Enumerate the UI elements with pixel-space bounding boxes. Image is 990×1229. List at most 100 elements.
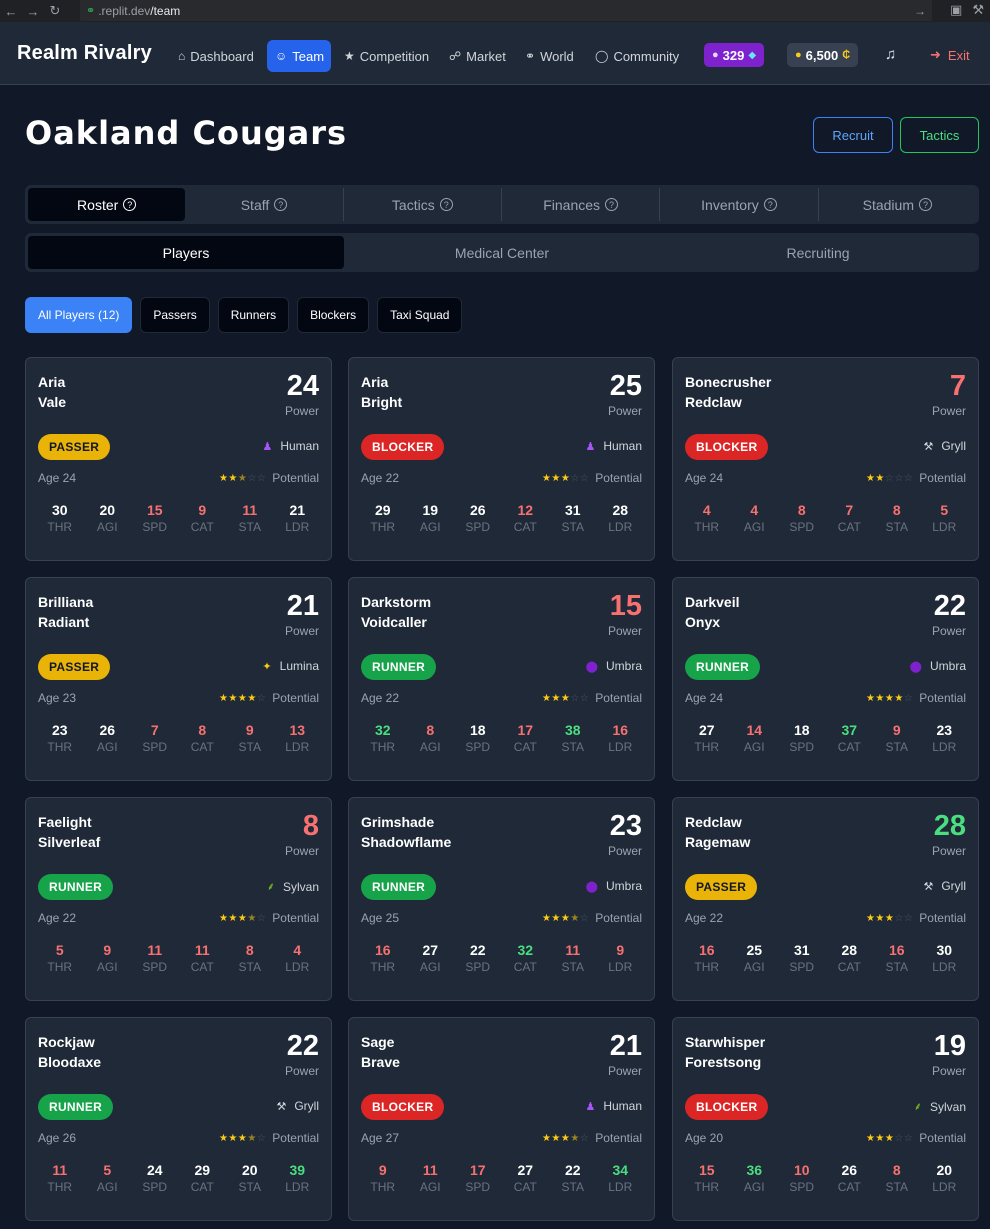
stat-label: CAT [190,960,214,974]
credits-balance[interactable]: ● 6,500 ₵ [787,43,859,67]
tactics-button[interactable]: Tactics [900,117,979,153]
player-card[interactable]: Faelight Silverleaf 8 Power RUNNER ⸙ Sylvan Age… [25,797,332,1001]
stat-label: SPD [142,740,168,754]
species: ✦ Lumina [262,659,319,673]
player-card[interactable]: Redclaw Ragemaw 28 Power PASSER ⚒ Gryll Age 22 ★… [672,797,979,1001]
stat-label: AGI [743,1180,765,1194]
stat-label: AGI [419,960,441,974]
stat-value: 27 [422,942,439,958]
tab-staff[interactable]: Staff ? [185,188,344,221]
player-age: Age 23 [38,691,77,705]
tab-tactics[interactable]: Tactics ? [344,188,502,221]
star-icon: ★ [875,472,885,484]
player-card[interactable]: Darkstorm Voidcaller 15 Power RUNNER ⬤ Umbra Ag… [348,577,655,781]
leaf-icon: ⸙ [913,1101,922,1113]
player-card[interactable]: Darkveil Onyx 22 Power RUNNER ⬤ Umbra Age 24 ★★★… [672,577,979,781]
nav-competition[interactable]: ★ Competition [336,40,437,72]
filter-blockers[interactable]: Blockers [297,297,370,333]
role-badge: PASSER [685,874,758,900]
stat-cat: 32 CAT [502,942,550,974]
power-rating: 23 Power [608,810,642,858]
star-icon: ★ [228,472,238,484]
potential-rating: ★★★★☆ Potential [866,691,966,705]
star-rating: ★★★★☆ [542,913,589,924]
nav-community[interactable]: ◯ Community [587,40,687,72]
player-last-name: Forestsong [685,1054,762,1070]
potential-label: Potential [919,691,966,705]
nav-world[interactable]: ⚭ World [517,40,582,72]
help-icon[interactable]: ? [439,198,453,211]
help-icon[interactable]: ? [123,198,137,211]
subtab-medical-center[interactable]: Medical Center [344,236,660,269]
nav-dashboard[interactable]: ⌂ Dashboard [170,40,262,72]
filter-taxi-squad[interactable]: Taxi Squad [377,297,463,333]
tab-finances[interactable]: Finances ? [502,188,661,221]
filter-runners[interactable]: Runners [217,297,290,333]
stat-label: LDR [285,1180,310,1194]
stat-value: 19 [422,502,439,518]
species: ⚒ Gryll [276,1099,319,1113]
reload-icon[interactable]: ↻ [44,3,66,19]
wrench-icon[interactable]: ⚒ [972,2,984,18]
star-rating: ★★★★☆ [219,693,266,704]
trophy-icon: ★ [344,49,355,63]
help-icon[interactable]: ? [763,198,777,211]
help-icon[interactable]: ? [605,198,619,211]
stat-label: STA [238,1180,261,1194]
coins-icon: ● [795,49,802,61]
stat-agi: 14 AGI [731,722,779,754]
tab-inventory[interactable]: Inventory ? [660,188,819,221]
filter-all-players[interactable]: All Players (12) [25,297,133,333]
exit-button[interactable]: ➜ Exit [930,47,970,63]
species-label: Umbra [605,659,642,673]
star-icon: ☆ [256,1132,267,1144]
player-card[interactable]: Aria Bright 25 Power BLOCKER ♟ Human Age 22 ★★★☆… [348,357,655,561]
player-card[interactable]: Starwhisper Forestsong 19 Power BLOCKER ⸙ Sylv… [672,1017,979,1221]
nav-team[interactable]: ☺ Team [267,40,331,72]
species: ♟ Human [585,1099,642,1113]
logout-icon: ➜ [930,47,941,62]
stat-sta: 38 STA [549,722,597,754]
star-icon: ★ [247,1132,257,1144]
star-icon: ★ [865,692,876,704]
subtab-players[interactable]: Players [28,236,344,269]
stat-value: 5 [103,1162,112,1178]
player-card[interactable]: Aria Vale 24 Power PASSER ♟ Human Age 24 ★★★☆☆ Po… [25,357,332,561]
subtab-recruiting[interactable]: Recruiting [660,236,976,269]
power-label: Power [607,624,642,638]
player-first-name: Sage [361,1034,395,1050]
go-arrow-icon[interactable]: → [914,4,926,18]
stat-thr: 15 THR [683,1162,731,1194]
player-card[interactable]: Grimshade Shadowflame 23 Power RUNNER ⬤ Umbra A… [348,797,655,1001]
stat-ldr: 20 LDR [921,1162,969,1194]
link-icon: ⚭ [86,5,96,17]
tab-roster[interactable]: Roster ? [28,188,186,221]
player-first-name: Rockjaw [38,1034,95,1050]
player-card[interactable]: Brilliana Radiant 21 Power PASSER ✦ Lumina Age … [25,577,332,781]
recruit-button[interactable]: Recruit [813,117,893,153]
role-badge: PASSER [38,434,111,460]
brand-title[interactable]: Realm Rivalry [17,42,152,65]
forward-arrow-icon[interactable]: → [22,4,44,19]
stat-label: CAT [513,1180,537,1194]
gems-balance[interactable]: ● 329 ◆ [704,43,765,67]
stat-value: 10 [793,1162,810,1178]
filter-passers[interactable]: Passers [140,297,210,333]
player-card[interactable]: Sage Brave 21 Power BLOCKER ♟ Human Age 27 ★★★★☆… [348,1017,655,1221]
stat-label: THR [47,1180,73,1194]
player-card[interactable]: Bonecrusher Redclaw 7 Power BLOCKER ⚒ Gryll Age… [672,357,979,561]
tab-label: Tactics [391,196,435,213]
human-icon: ♟ [585,1100,596,1113]
player-card[interactable]: Rockjaw Bloodaxe 22 Power RUNNER ⚒ Gryll Age 26… [25,1017,332,1221]
help-icon[interactable]: ? [274,198,288,211]
help-icon[interactable]: ? [918,198,932,211]
potential-label: Potential [919,911,966,925]
address-bar[interactable]: ⚭ .replit.dev /team → [80,0,932,21]
stat-cat: 7 CAT [826,502,874,534]
nav-market[interactable]: ☍ Market [441,40,514,72]
back-arrow-icon[interactable]: ← [0,4,22,19]
tab-stadium[interactable]: Stadium ? [819,188,976,221]
monitor-icon[interactable]: ▣ [950,2,962,18]
bell-icon[interactable]: ♫ [885,46,896,63]
stat-spd: 8 SPD [778,502,826,534]
